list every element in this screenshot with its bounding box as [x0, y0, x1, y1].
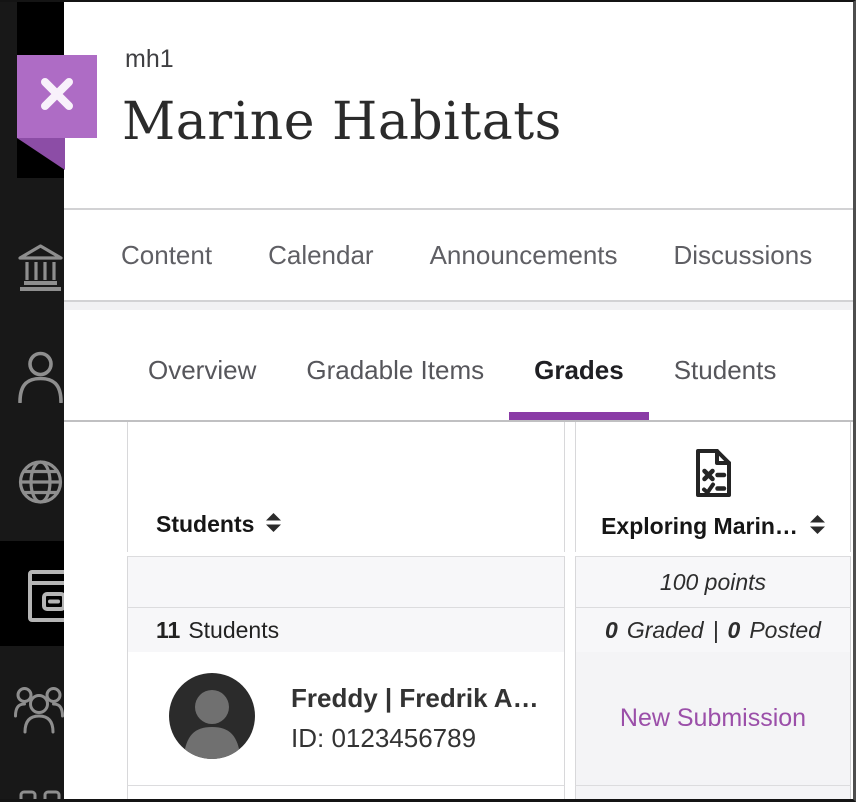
graded-count: 0	[605, 617, 618, 644]
app-window: mh1 Marine Habitats Content Calendar Ann…	[0, 0, 856, 802]
groups-icon	[14, 678, 64, 734]
posted-label: Posted	[749, 617, 821, 644]
tools-icon	[19, 790, 61, 802]
student-row[interactable]: Freddy | Fredrik A… ID: 0123456789	[127, 652, 565, 786]
student-count: 11	[156, 617, 180, 644]
points-row-left-cell	[127, 556, 565, 608]
tab-overview[interactable]: Overview	[123, 310, 281, 420]
student-count-label: Students	[188, 617, 279, 644]
assessment-document-icon	[692, 448, 734, 503]
gradebook-tabs: Overview Gradable Items Grades Students	[64, 310, 856, 420]
sidebar-item-tools[interactable]	[19, 790, 64, 802]
course-code: mh1	[125, 45, 174, 74]
points-value: 100 points	[660, 569, 766, 596]
next-row-left-cell	[127, 786, 565, 799]
item-column-header[interactable]: Exploring Marin…	[575, 422, 851, 552]
next-row-grade-cell	[575, 786, 851, 799]
profile-icon	[17, 350, 64, 403]
sort-arrows-icon	[810, 513, 825, 540]
sort-arrows-icon	[266, 511, 281, 538]
nav-item-announcements[interactable]: Announcements	[430, 240, 618, 271]
points-cell: 100 points	[575, 556, 851, 608]
tab-grades[interactable]: Grades	[509, 310, 649, 420]
item-header-label: Exploring Marin…	[601, 513, 798, 540]
student-id: ID: 0123456789	[291, 723, 539, 754]
institution-icon	[17, 242, 64, 292]
sidebar-item-globe[interactable]	[17, 458, 64, 506]
students-header-label: Students	[156, 511, 254, 538]
grades-book-icon	[28, 570, 64, 622]
tab-gradable-items[interactable]: Gradable Items	[281, 310, 509, 420]
close-course-button[interactable]	[17, 55, 97, 138]
avatar	[169, 673, 255, 764]
grade-cell[interactable]: New Submission	[575, 652, 851, 786]
graded-posted-summary-cell: 0 Graded | 0 Posted	[575, 607, 851, 653]
course-top-nav: Content Calendar Announcements Discussio…	[64, 208, 856, 302]
new-submission-link: New Submission	[620, 704, 806, 733]
students-summary-cell: 11 Students	[127, 607, 565, 653]
sidebar-item-profile[interactable]	[17, 350, 64, 403]
students-column-header[interactable]: Students	[127, 422, 565, 552]
section-divider-strip	[64, 302, 856, 310]
close-x-icon	[36, 73, 78, 120]
sidebar-item-groups[interactable]	[14, 678, 61, 734]
nav-item-content[interactable]: Content	[121, 240, 212, 271]
page-title: Marine Habitats	[122, 92, 562, 152]
globe-icon	[17, 458, 64, 506]
student-name: Freddy | Fredrik A…	[291, 683, 539, 714]
posted-count: 0	[728, 617, 741, 644]
nav-item-discussions[interactable]: Discussions	[674, 240, 813, 271]
sidebar-item-institution[interactable]	[17, 242, 64, 292]
graded-label: Graded	[627, 617, 704, 644]
separator: |	[713, 617, 719, 644]
tab-students[interactable]: Students	[649, 310, 802, 420]
nav-item-calendar[interactable]: Calendar	[268, 240, 374, 271]
sidebar-item-grades[interactable]	[0, 541, 64, 646]
